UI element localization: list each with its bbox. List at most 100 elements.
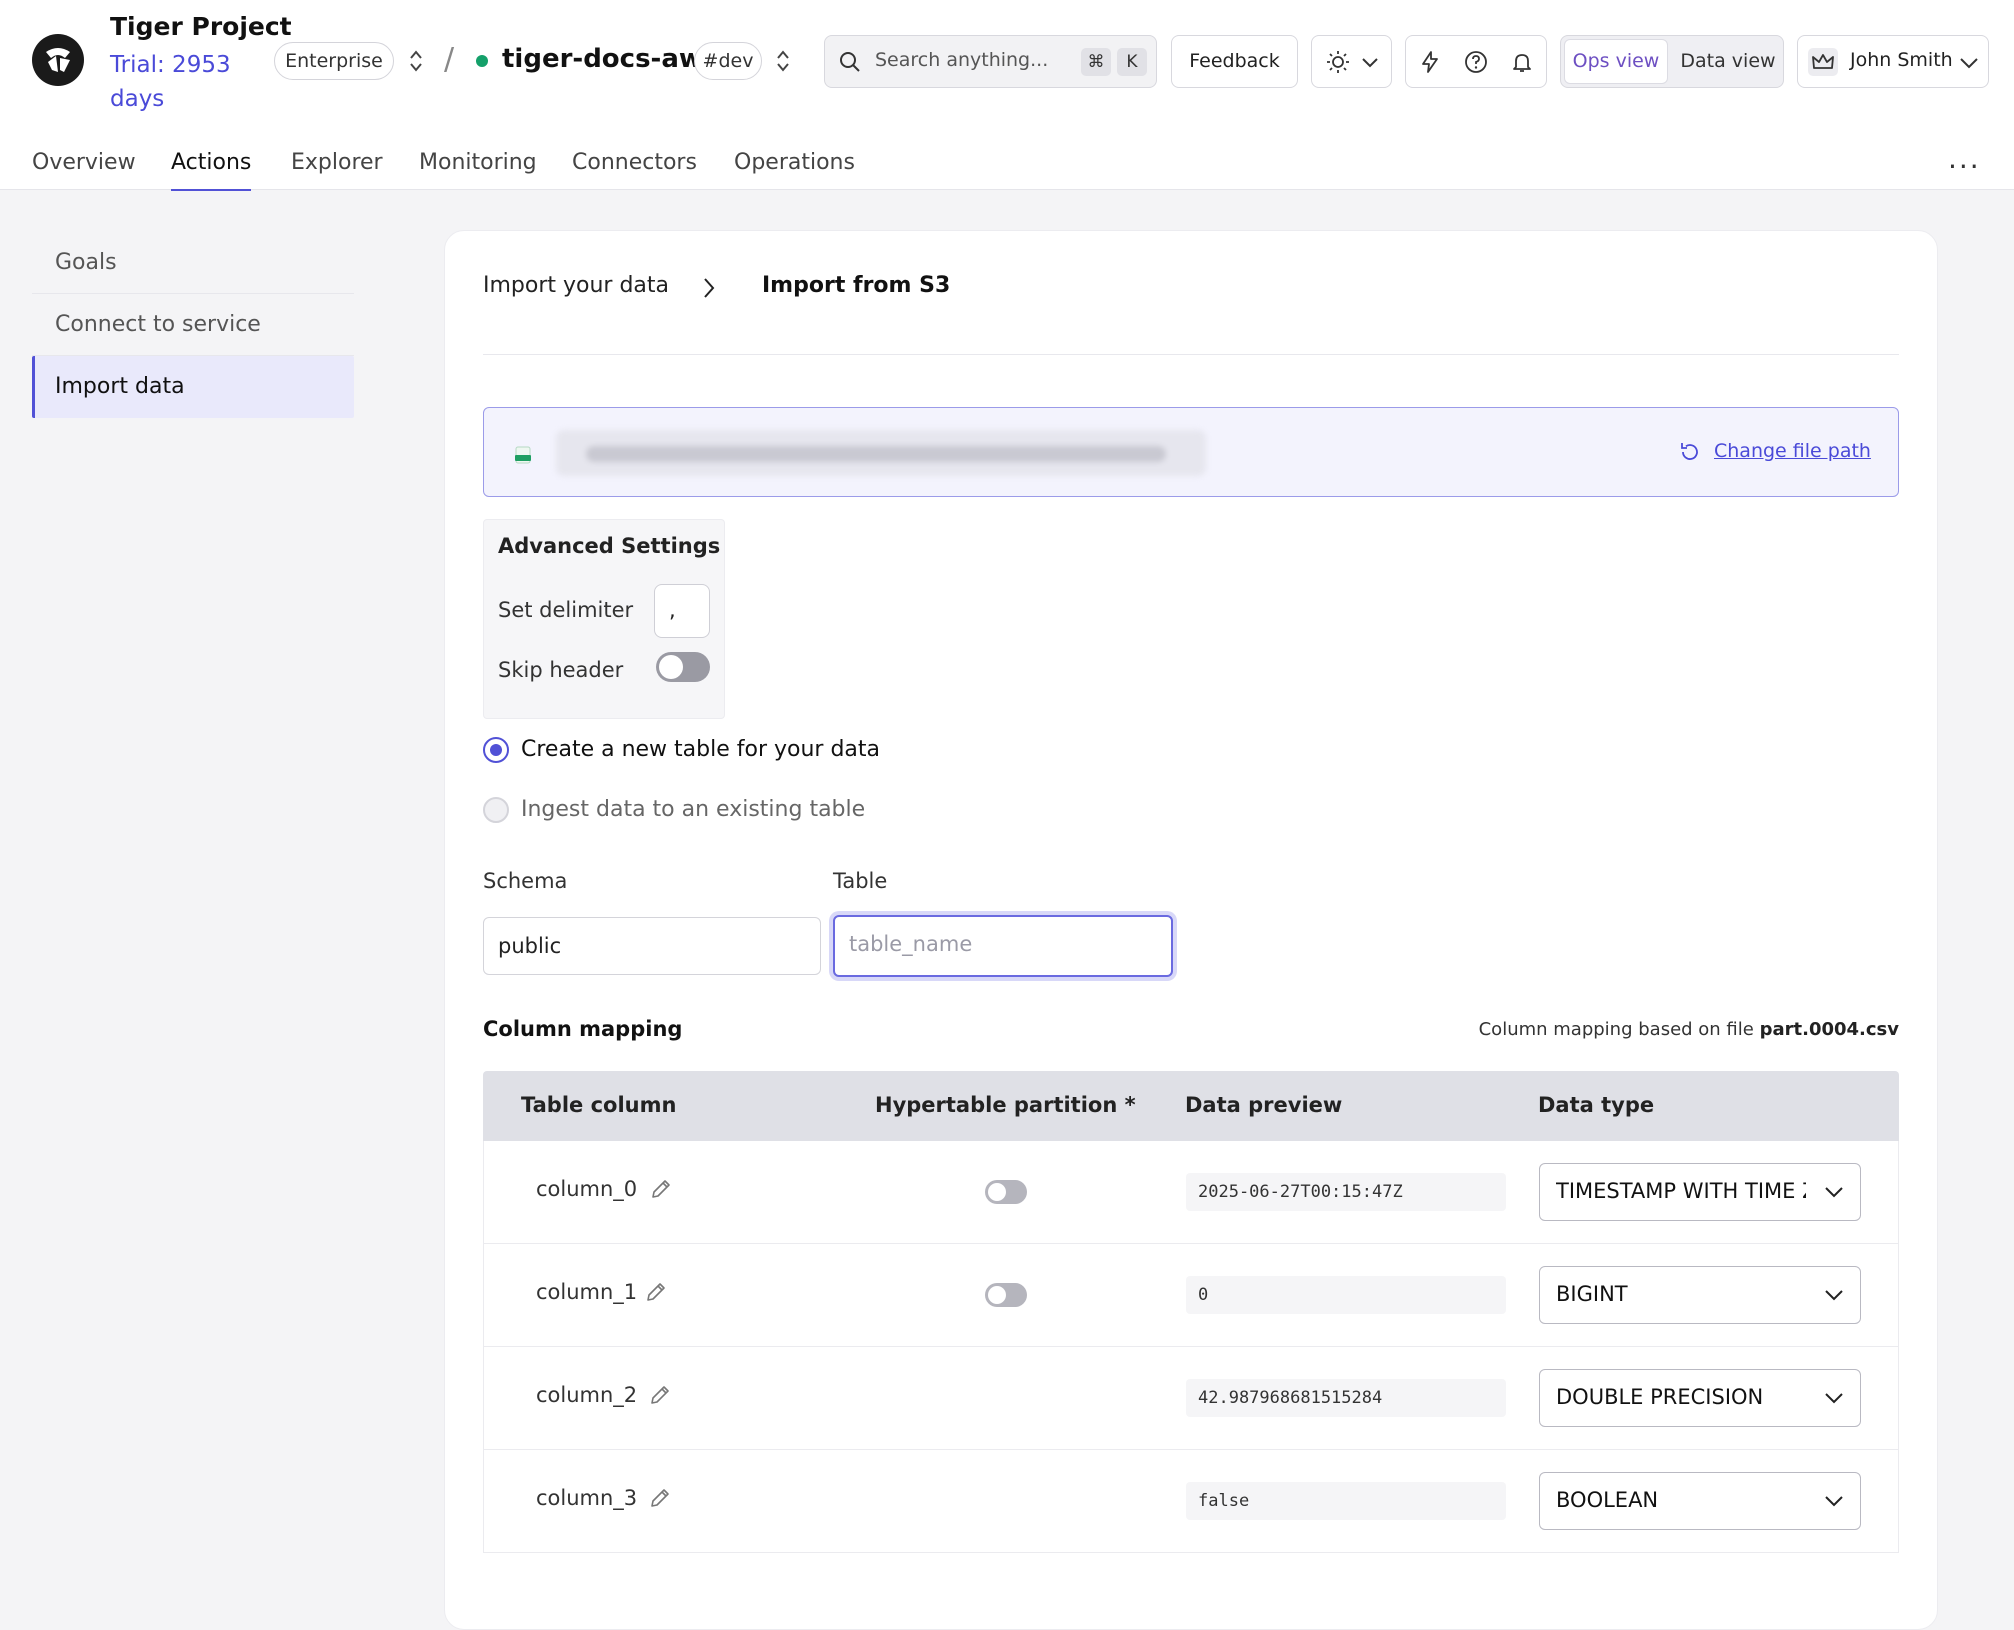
skip-header-label: Skip header <box>498 658 624 682</box>
user-menu-button[interactable]: John Smith <box>1797 35 1989 88</box>
table-row: column_1 0 BIGINT <box>483 1244 1899 1347</box>
data-preview-cell: 0 <box>1186 1276 1506 1314</box>
divider <box>483 354 1899 355</box>
existing-table-radio[interactable] <box>483 797 509 823</box>
table-header: Table column Hypertable partition * Data… <box>483 1071 1899 1141</box>
data-type-value: BOOLEAN <box>1556 1488 1659 1512</box>
tab-overview[interactable]: Overview <box>32 150 136 189</box>
data-preview-cell: 42.987968681515284 <box>1186 1379 1506 1417</box>
sidebar-item-import-data[interactable]: Import data <box>32 356 354 418</box>
data-type-select[interactable]: TIMESTAMP WITH TIME ZONE <box>1539 1163 1861 1221</box>
partition-toggle[interactable] <box>985 1180 1027 1204</box>
search-placeholder: Search anything... <box>875 49 1049 71</box>
pencil-icon[interactable] <box>644 1280 668 1304</box>
more-menu-icon[interactable]: ··· <box>1948 150 1981 183</box>
existing-table-label[interactable]: Ingest data to an existing table <box>521 797 865 822</box>
search-box[interactable]: Search anything... ⌘ K <box>824 35 1157 88</box>
chevron-down-icon <box>1362 58 1378 68</box>
quick-actions-group <box>1405 35 1547 88</box>
data-preview-cell: 2025-06-27T00:15:47Z <box>1186 1173 1506 1211</box>
tab-monitoring[interactable]: Monitoring <box>419 150 537 189</box>
sidebar-item-connect-to-service[interactable]: Connect to service <box>32 294 354 356</box>
column-name: column_0 <box>536 1177 638 1201</box>
help-icon[interactable] <box>1464 50 1488 74</box>
shortcut-cmd-key: ⌘ <box>1081 48 1111 76</box>
create-table-label[interactable]: Create a new table for your data <box>521 737 880 762</box>
ops-view-button[interactable]: Ops view <box>1564 39 1668 84</box>
project-title[interactable]: Tiger Project <box>110 12 292 41</box>
tab-actions[interactable]: Actions <box>171 150 252 191</box>
tab-explorer[interactable]: Explorer <box>291 150 383 189</box>
feedback-label: Feedback <box>1189 50 1280 72</box>
column-mapping-title: Column mapping <box>483 1017 683 1041</box>
table-name-input[interactable]: table_name <box>833 915 1173 977</box>
trial-days-link[interactable]: Trial: 2953 days <box>110 48 260 116</box>
column-mapping-file: part.0004.csv <box>1759 1019 1899 1040</box>
breadcrumb-import-your-data[interactable]: Import your data <box>483 273 669 298</box>
tiger-logo-icon[interactable] <box>32 34 84 86</box>
service-switcher-chevron-icon[interactable] <box>775 48 791 74</box>
advanced-settings-panel: Advanced Settings Set delimiter , Skip h… <box>483 519 725 719</box>
plan-badge: Enterprise <box>274 42 394 80</box>
delimiter-label: Set delimiter <box>498 598 634 622</box>
partition-toggle[interactable] <box>985 1283 1027 1307</box>
data-view-button[interactable]: Data view <box>1675 39 1781 84</box>
schema-label: Schema <box>483 869 568 893</box>
theme-toggle-button[interactable] <box>1311 35 1392 88</box>
delimiter-input[interactable]: , <box>654 584 710 638</box>
feedback-button[interactable]: Feedback <box>1171 35 1298 88</box>
chevron-down-icon <box>1825 1393 1843 1404</box>
service-name[interactable]: tiger-docs-aws <box>502 44 718 74</box>
column-name: column_3 <box>536 1486 638 1510</box>
project-switcher-chevron-icon[interactable] <box>408 48 424 74</box>
pencil-icon[interactable] <box>648 1383 672 1407</box>
reset-icon[interactable] <box>1678 440 1702 464</box>
schema-input[interactable]: public <box>483 917 821 975</box>
selected-file-box: Change file path <box>483 407 1899 497</box>
data-type-select[interactable]: DOUBLE PRECISION <box>1539 1369 1861 1427</box>
user-name: John Smith <box>1850 49 1953 71</box>
search-icon <box>840 52 860 72</box>
data-preview-cell: false <box>1186 1482 1506 1520</box>
tab-operations[interactable]: Operations <box>734 150 855 189</box>
header-data-type: Data type <box>1538 1093 1655 1117</box>
chevron-down-icon <box>1825 1290 1843 1301</box>
data-type-value: TIMESTAMP WITH TIME ZONE <box>1556 1179 1806 1203</box>
sun-icon <box>1327 51 1349 73</box>
table-row: column_2 42.987968681515284 DOUBLE PRECI… <box>483 1347 1899 1450</box>
data-type-value: DOUBLE PRECISION <box>1556 1385 1764 1409</box>
advanced-settings-title: Advanced Settings <box>498 534 721 558</box>
skip-header-toggle[interactable] <box>656 652 710 682</box>
data-type-select[interactable]: BIGINT <box>1539 1266 1861 1324</box>
file-path-redacted <box>556 430 1206 476</box>
bell-icon[interactable] <box>1510 50 1534 74</box>
table-row: column_3 false BOOLEAN <box>483 1450 1899 1553</box>
header-hypertable-partition: Hypertable partition * <box>875 1093 1136 1117</box>
chevron-down-icon <box>1825 1496 1843 1507</box>
tab-connectors[interactable]: Connectors <box>572 150 697 189</box>
crown-icon <box>1808 48 1838 76</box>
import-card: Import your data Import from S3 Change f… <box>444 230 1938 1630</box>
top-bar: Tiger Project Trial: 2953 days Enterpris… <box>0 0 2014 191</box>
lightning-icon[interactable] <box>1418 50 1442 74</box>
shortcut-k-key: K <box>1117 48 1147 76</box>
sidebar-item-goals[interactable]: Goals <box>32 232 354 294</box>
pencil-icon[interactable] <box>648 1486 672 1510</box>
column-name: column_1 <box>536 1280 638 1304</box>
column-mapping-table: Table column Hypertable partition * Data… <box>483 1071 1899 1553</box>
env-badge: #dev <box>694 42 762 80</box>
data-type-select[interactable]: BOOLEAN <box>1539 1472 1861 1530</box>
breadcrumb-import-from-s3: Import from S3 <box>762 273 951 298</box>
header-data-preview: Data preview <box>1185 1093 1343 1117</box>
actions-sidebar: Goals Connect to service Import data <box>32 232 354 418</box>
data-type-value: BIGINT <box>1556 1282 1628 1306</box>
table-label: Table <box>833 869 888 893</box>
change-file-path-link[interactable]: Change file path <box>1714 440 1871 462</box>
create-table-radio[interactable] <box>483 737 509 763</box>
pencil-icon[interactable] <box>649 1177 673 1201</box>
view-switcher: Ops view Data view <box>1560 35 1784 88</box>
column-mapping-note: Column mapping based on file part.0004.c… <box>1479 1019 1899 1040</box>
service-status-dot <box>476 55 488 67</box>
path-separator: / <box>444 42 455 77</box>
table-row: column_0 2025-06-27T00:15:47Z TIMESTAMP … <box>483 1141 1899 1244</box>
